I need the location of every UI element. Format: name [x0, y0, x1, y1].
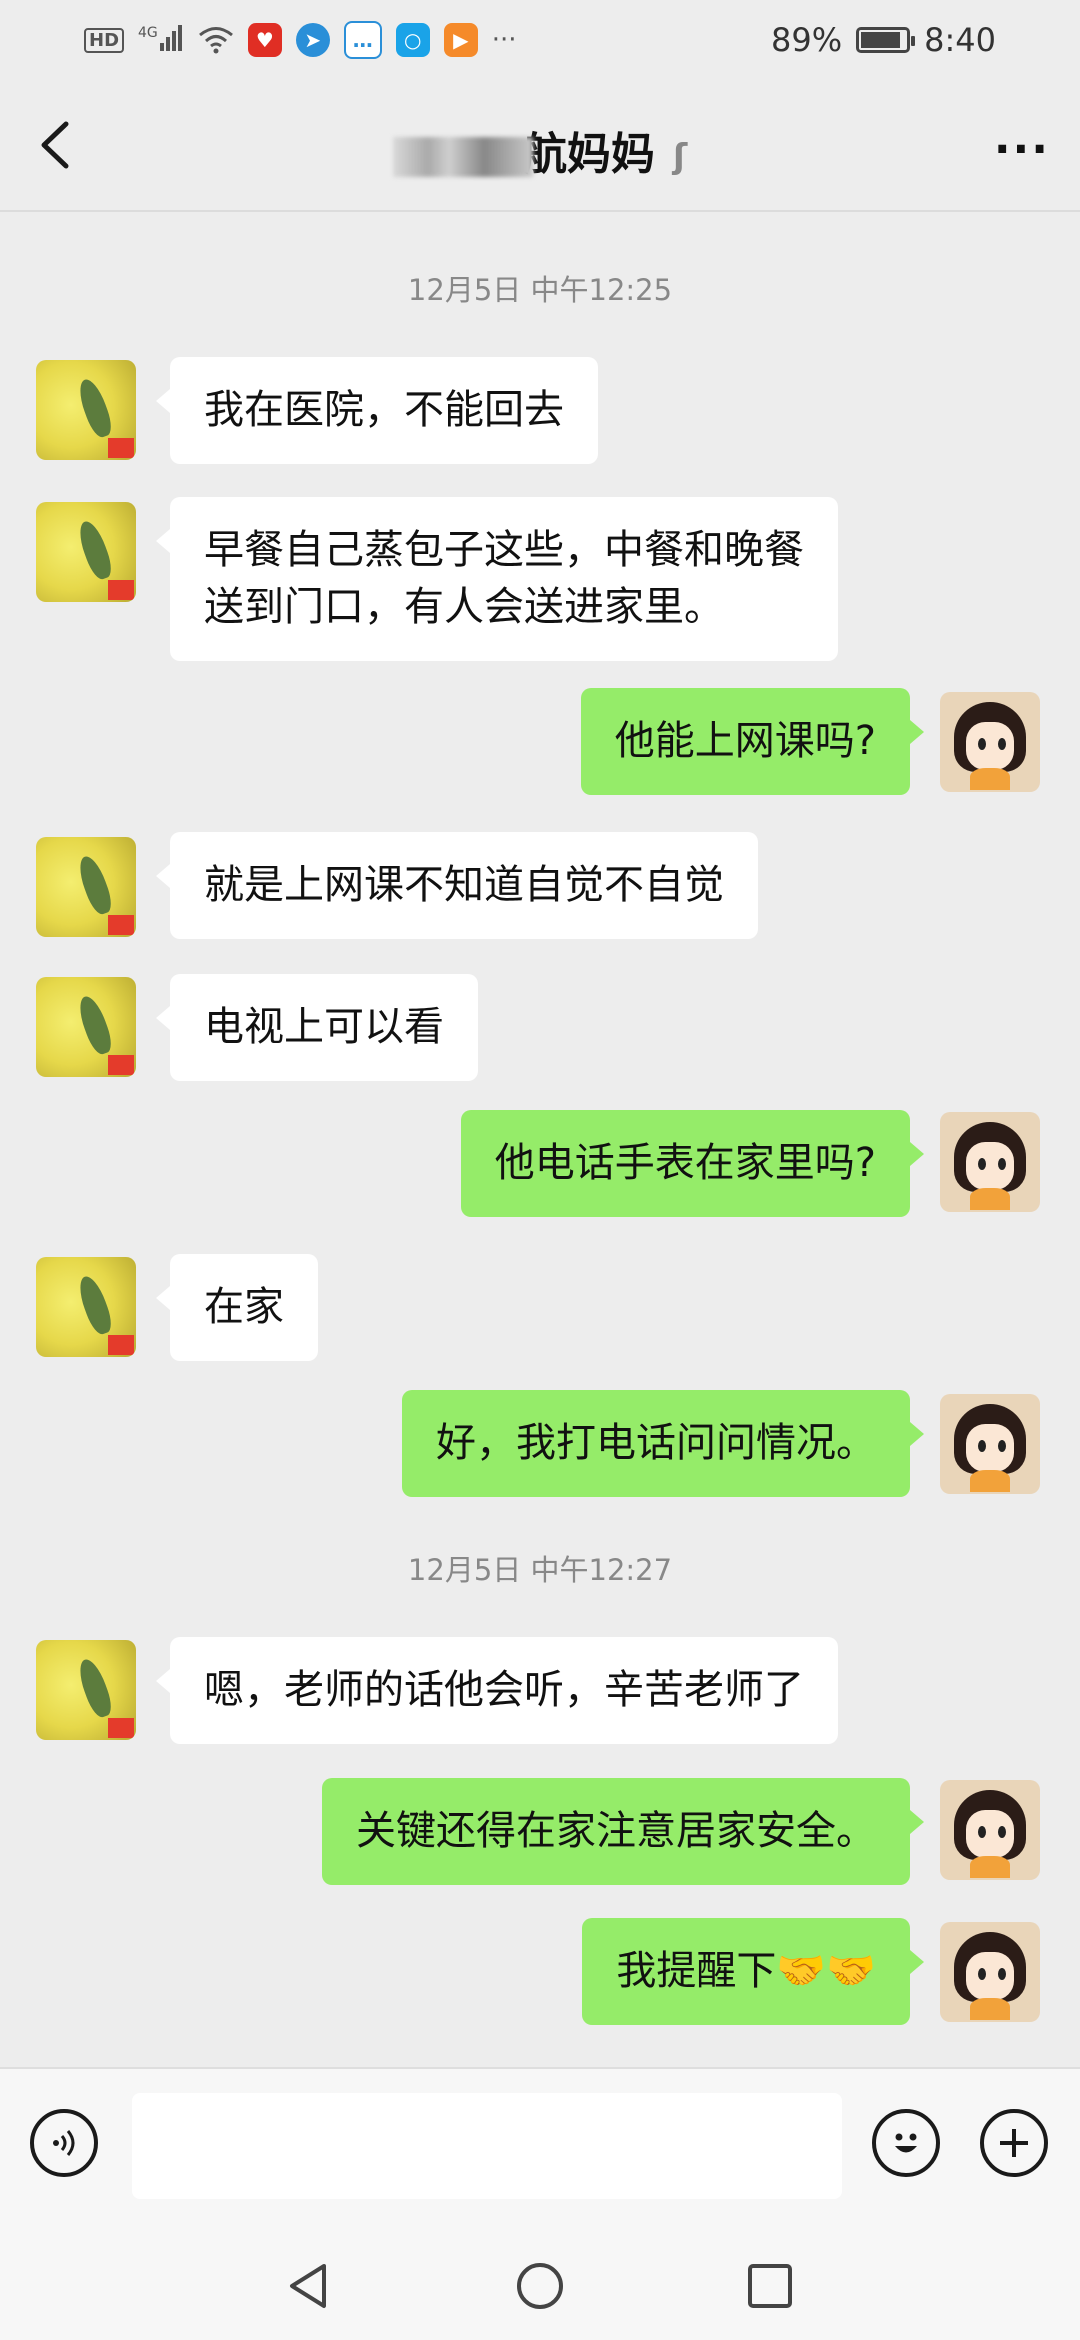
- chat-title: 航妈妈: [522, 129, 655, 180]
- signal-indicator: 4G: [138, 24, 184, 56]
- network-type: 4G: [138, 24, 158, 41]
- timestamp: 12月5日 中午12:25: [407, 273, 673, 307]
- avatar[interactable]: [940, 1922, 1040, 2022]
- avatar[interactable]: [36, 1640, 136, 1740]
- video-app-icon: ▶: [443, 23, 478, 57]
- avatar[interactable]: [940, 1780, 1040, 1880]
- clock: 8:40: [924, 21, 996, 59]
- chat-icon: …: [343, 21, 382, 59]
- chat-header: 航妈妈 ʃ ···: [0, 80, 1080, 212]
- ear-icon: ʃ: [672, 137, 688, 177]
- avatar[interactable]: [36, 837, 136, 937]
- more-icon[interactable]: ···: [994, 124, 1050, 175]
- redacted-name: [392, 137, 533, 177]
- emoji-icon[interactable]: [872, 2109, 940, 2177]
- telegram-icon: ➤: [295, 23, 330, 57]
- message-bubble-received[interactable]: 就是上网课不知道自觉不自觉: [156, 832, 758, 939]
- avatar[interactable]: [940, 1394, 1040, 1494]
- more-notifications-icon: ···: [491, 25, 517, 55]
- nav-back-icon[interactable]: [280, 2256, 340, 2316]
- message-bubble-sent[interactable]: 他能上网课吗?: [580, 688, 925, 795]
- avatar[interactable]: [940, 692, 1040, 792]
- nav-recents-icon[interactable]: [740, 2256, 800, 2316]
- message-bubble-received[interactable]: 在家: [156, 1254, 318, 1361]
- avatar[interactable]: [36, 1257, 136, 1357]
- battery-percent: 89%: [771, 21, 843, 59]
- message-list[interactable]: 12月5日 中午12:25 我在医院，不能回去 早餐自己蒸包子这些，中餐和晚餐 …: [0, 212, 1080, 2067]
- message-bubble-sent[interactable]: 好，我打电话问问情况。: [402, 1390, 924, 1497]
- message-bubble-received[interactable]: 嗯，老师的话他会听，辛苦老师了: [156, 1637, 838, 1744]
- message-bubble-received[interactable]: 早餐自己蒸包子这些，中餐和晚餐 送到门口，有人会送进家里。: [156, 497, 838, 661]
- status-bar-right: 89% 8:40: [771, 18, 996, 62]
- avatar[interactable]: [36, 360, 136, 460]
- timestamp: 12月5日 中午12:27: [407, 1553, 673, 1587]
- plus-icon[interactable]: [980, 2109, 1048, 2177]
- message-bubble-sent[interactable]: 他电话手表在家里吗?: [460, 1110, 925, 1217]
- pinduoduo-icon: ♥: [247, 23, 282, 57]
- message-bubble-received[interactable]: 电视上可以看: [156, 974, 478, 1081]
- voice-icon[interactable]: [30, 2109, 98, 2177]
- input-bar: [0, 2067, 1080, 2234]
- battery-fill: [861, 32, 901, 48]
- wifi-icon: [198, 27, 233, 54]
- status-bar-left: HD 4G ♥ ➤ … ○ ▶ ···: [84, 18, 517, 62]
- system-nav-bar: [0, 2232, 1080, 2340]
- avatar[interactable]: [36, 502, 136, 602]
- status-bar: HD 4G ♥ ➤ … ○ ▶ ··· 89% 8:40: [0, 0, 1080, 80]
- page-title: 航妈妈 ʃ: [0, 118, 1080, 182]
- message-bubble-sent[interactable]: 关键还得在家注意居家安全。: [322, 1778, 924, 1885]
- message-bubble-sent[interactable]: 我提醒下🤝🤝: [582, 1918, 924, 2025]
- nav-home-icon[interactable]: [510, 2256, 570, 2316]
- avatar[interactable]: [940, 1112, 1040, 1212]
- hd-indicator: HD: [84, 27, 125, 53]
- signal-bars-icon: [159, 24, 184, 56]
- message-bubble-received[interactable]: 我在医院，不能回去: [156, 357, 598, 464]
- search-app-icon: ○: [395, 23, 430, 57]
- avatar[interactable]: [36, 977, 136, 1077]
- message-input[interactable]: [132, 2093, 842, 2199]
- battery-icon: [856, 27, 916, 53]
